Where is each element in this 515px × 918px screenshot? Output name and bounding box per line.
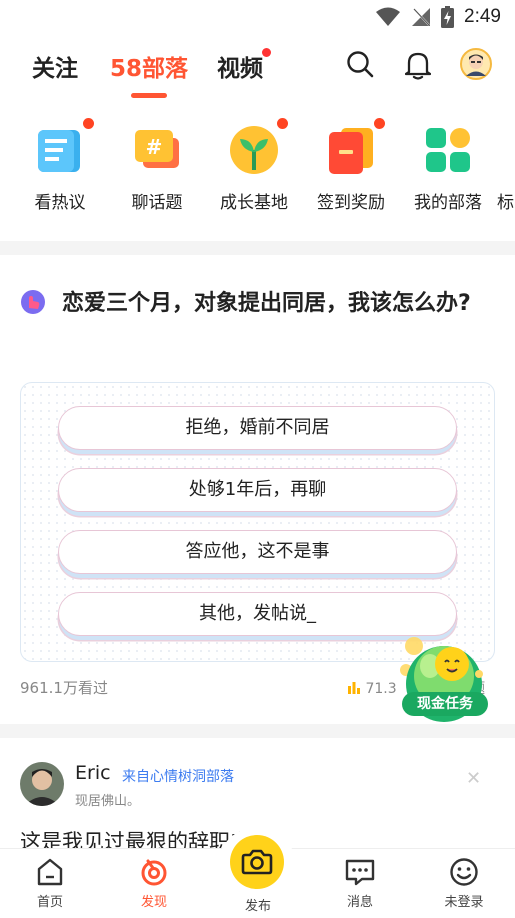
wifi-icon (376, 7, 401, 26)
battery-charging-icon (441, 6, 455, 28)
hot-discussion-icon (34, 118, 94, 176)
status-time: 2:49 (464, 6, 501, 27)
category-label: 聊话题 (131, 193, 183, 213)
category-label: 标 (497, 193, 514, 213)
video-tab-dot (262, 48, 271, 57)
new-dot (374, 118, 385, 129)
post-source-tribe[interactable]: 来自心情树洞部落 (122, 766, 234, 786)
top-nav: 关注 58部落 视频 (0, 44, 515, 100)
category-hot-discussion[interactable]: 看热议 (12, 118, 108, 213)
status-bar: 2:49 (0, 0, 515, 36)
view-count: 961.1万看过 (20, 679, 108, 697)
question-text: 恋爱三个月，对象提出同居，我该怎么办? (62, 291, 471, 316)
participation-number: 71.3 (365, 681, 397, 697)
category-label: 我的部落 (414, 193, 482, 213)
new-dot (277, 118, 288, 129)
cash-task-badge[interactable]: 现金任务 (396, 632, 488, 724)
topic-hash-icon: # (131, 124, 183, 176)
category-label: 看热议 (34, 193, 86, 213)
sprout-icon (228, 118, 288, 176)
home-icon (37, 858, 63, 886)
post-location: 现居佛山。 (75, 794, 141, 809)
nav-label: 发布 (244, 899, 271, 914)
nav-label: 首页 (36, 895, 63, 910)
nav-label: 未登录 (444, 895, 484, 910)
poll-box: 拒绝，婚前不同居 处够1年后，再聊 答应他，这不是事 其他，发帖说_ (20, 382, 495, 662)
nav-profile[interactable]: 未登录 (424, 849, 504, 910)
poll-option-2[interactable]: 处够1年后，再聊 (58, 468, 457, 512)
category-partial[interactable]: 标 (497, 118, 515, 213)
category-my-tribe[interactable]: 我的部落 (400, 118, 496, 213)
bell-icon[interactable] (404, 50, 432, 84)
nav-publish[interactable]: 发布 (218, 849, 298, 914)
nav-discover[interactable]: 发现 (114, 849, 194, 910)
red-envelope-icon (325, 118, 385, 176)
category-checkin-reward[interactable]: 签到奖励 (303, 118, 399, 213)
bottom-nav: 首页 发现 发布 消息 未登录 (0, 827, 515, 918)
question-hand-icon (20, 289, 46, 315)
avatar-icon[interactable] (460, 48, 492, 84)
category-row: 看热议 # 聊话题 成长基地 签到奖励 我的部落 标 (0, 118, 515, 218)
active-tab-indicator (131, 93, 167, 98)
poll-option-3[interactable]: 答应他，这不是事 (58, 530, 457, 574)
close-icon[interactable]: ✕ (466, 768, 481, 789)
discover-icon (141, 859, 167, 886)
post-author-name[interactable]: Eric (75, 762, 111, 784)
search-icon[interactable] (346, 50, 374, 82)
category-label: 成长基地 (220, 193, 288, 213)
nav-messages[interactable]: 消息 (320, 849, 400, 910)
post-author-avatar[interactable] (20, 762, 64, 806)
tab-follow[interactable]: 关注 (32, 49, 78, 83)
tab-video[interactable]: 视频 (217, 49, 263, 83)
section-divider (0, 241, 515, 255)
nav-label: 消息 (346, 895, 373, 910)
category-growth-base[interactable]: 成长基地 (206, 118, 302, 213)
new-dot (83, 118, 94, 129)
no-signal-icon (412, 8, 431, 26)
nav-label: 发现 (140, 895, 167, 910)
category-label: 签到奖励 (317, 193, 385, 213)
poll-option-4[interactable]: 其他，发帖说_ (58, 592, 457, 636)
poll-option-1[interactable]: 拒绝，婚前不同居 (58, 406, 457, 450)
category-topic[interactable]: # 聊话题 (109, 118, 205, 213)
tab-58-tribe[interactable]: 58部落 (110, 49, 188, 83)
question-title[interactable]: 恋爱三个月，对象提出同居，我该怎么办? (20, 284, 498, 324)
message-icon (345, 859, 375, 886)
svg-text:#: # (146, 135, 163, 159)
nav-home[interactable]: 首页 (10, 849, 90, 910)
smiley-icon (450, 858, 478, 886)
cash-task-label: 现金任务 (402, 692, 488, 716)
grid-apps-icon (422, 124, 474, 176)
section-divider (0, 724, 515, 738)
bar-chart-icon (347, 680, 361, 694)
